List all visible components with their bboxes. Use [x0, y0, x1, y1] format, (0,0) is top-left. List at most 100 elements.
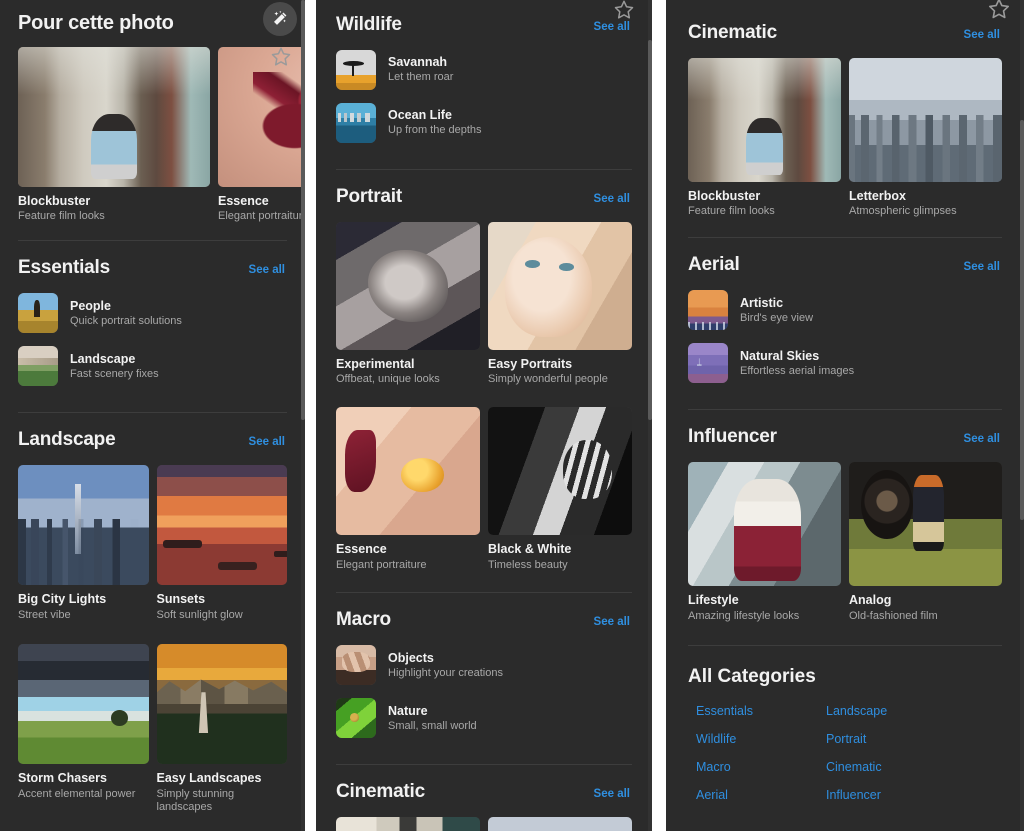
preset-desc: Elegant portraiture — [336, 558, 427, 571]
preset-desc: Fast scenery fixes — [70, 367, 159, 380]
category-link-essentials[interactable]: Essentials — [696, 704, 826, 718]
section-title: Essentials — [18, 257, 110, 279]
preset-name: Black & White — [488, 542, 572, 557]
preset-tile-grid: Blockbuster Feature film looks Letterbox… — [688, 58, 1002, 219]
section-header-aerial: Aerial See all — [688, 254, 1002, 276]
section-header-essentials: Essentials See all — [18, 257, 287, 279]
list-item[interactable]: Ocean Life Up from the depths — [336, 103, 632, 143]
preset-tile-grid: Big City Lights Street vibe Sunsets Soft… — [18, 465, 287, 622]
preset-thumbnail — [156, 465, 287, 586]
preset-tile[interactable]: Analog Old-fashioned film — [849, 462, 1002, 623]
list-item[interactable]: Artistic Bird's eye view — [688, 290, 1002, 331]
star-outline-icon[interactable] — [986, 0, 1012, 27]
preset-desc: Highlight your creations — [388, 666, 503, 679]
section-header-macro: Macro See all — [336, 609, 632, 631]
preset-tile[interactable]: Experimental Offbeat, unique looks — [336, 222, 480, 387]
list-item[interactable]: Objects Highlight your creations — [336, 645, 632, 686]
preset-thumbnail — [336, 698, 376, 739]
preset-desc: Effortless aerial images — [740, 364, 855, 377]
category-link-macro[interactable]: Macro — [696, 760, 826, 774]
preset-tile-grid: Storm Chasers Accent elemental power Eas… — [18, 644, 287, 815]
star-outline-icon[interactable] — [269, 45, 293, 74]
list-item[interactable]: Savannah Let them roar — [336, 50, 632, 90]
panel-categories-right: Cinematic See all Blockbuster Feature fi… — [666, 0, 1024, 831]
preset-name: Easy Portraits — [488, 357, 573, 371]
category-link-portrait[interactable]: Portrait — [826, 732, 1002, 746]
section-title: Influencer — [688, 426, 777, 448]
category-link-cinematic[interactable]: Cinematic — [826, 760, 1002, 774]
category-link-wildlife[interactable]: Wildlife — [696, 732, 826, 746]
divider — [688, 409, 1002, 411]
preset-tile[interactable]: Essence Elegant portraiture — [336, 407, 480, 572]
scrollbar-vertical[interactable] — [301, 0, 305, 831]
scrollbar-vertical[interactable] — [1020, 0, 1024, 831]
see-all-link[interactable]: See all — [964, 433, 1000, 445]
magic-wand-icon[interactable] — [263, 2, 297, 36]
preset-name: Letterbox — [849, 189, 906, 203]
preset-thumbnail — [336, 407, 480, 536]
preset-name: Natural Skies — [740, 348, 820, 363]
category-link-influencer[interactable]: Influencer — [826, 788, 1002, 802]
preset-tile[interactable]: Lifestyle Amazing lifestyle looks — [688, 462, 841, 623]
preset-tile[interactable] — [336, 817, 480, 831]
list-item[interactable]: Landscape Fast scenery fixes — [18, 346, 287, 387]
preset-desc: Simply stunning landscapes — [156, 787, 235, 814]
section-title: Cinematic — [688, 22, 778, 43]
preset-tile[interactable]: Sunsets Soft sunlight glow — [156, 465, 287, 622]
preset-thumbnail — [156, 644, 287, 765]
preset-tile-grid: Lifestyle Amazing lifestyle looks Analog… — [688, 462, 1002, 623]
see-all-link[interactable]: See all — [594, 193, 630, 205]
preset-thumbnail — [18, 293, 58, 334]
section-header-influencer: Influencer See all — [688, 426, 1002, 448]
section-header-portrait: Portrait See all — [336, 186, 632, 208]
preset-tile[interactable]: Easy Landscapes Simply stunning landscap… — [156, 644, 287, 815]
preset-thumbnail — [849, 462, 1002, 587]
divider — [336, 169, 632, 170]
see-all-link[interactable]: See all — [964, 261, 1000, 273]
preset-tile[interactable]: Big City Lights Street vibe — [18, 465, 149, 622]
page-title: Pour cette photo — [18, 12, 174, 34]
see-all-link[interactable]: See all — [594, 616, 630, 628]
preset-name: Big City Lights — [18, 592, 107, 607]
preset-desc: Feature film looks — [688, 205, 775, 218]
preset-thumbnail — [18, 47, 210, 187]
panel-gap — [305, 0, 316, 831]
preset-tile[interactable]: Easy Portraits Simply wonderful people — [488, 222, 632, 387]
preset-tile[interactable]: Letterbox Atmospheric glimpses — [849, 58, 1002, 219]
preset-thumbnail — [336, 50, 376, 90]
category-link-landscape[interactable]: Landscape — [826, 704, 1002, 718]
preset-tile-grid — [336, 817, 632, 831]
scrollbar-vertical[interactable] — [648, 0, 652, 831]
preset-name: Experimental — [336, 357, 415, 371]
preset-tile[interactable]: Blockbuster Feature film looks — [18, 47, 210, 224]
preset-tile[interactable] — [488, 817, 632, 831]
preset-name: Blockbuster — [18, 194, 91, 208]
section-header-wildlife: Wildlife See all — [336, 14, 632, 36]
preset-desc: Old-fashioned film — [849, 609, 938, 622]
preset-name: Sunsets — [156, 592, 206, 607]
list-item[interactable]: Nature Small, small world — [336, 698, 632, 739]
see-all-link[interactable]: See all — [964, 29, 1000, 41]
see-all-link[interactable]: See all — [249, 436, 285, 448]
list-item[interactable]: People Quick portrait solutions — [18, 293, 287, 334]
all-categories-title: All Categories — [688, 666, 816, 688]
see-all-link[interactable]: See all — [594, 788, 630, 800]
see-all-link[interactable]: See all — [249, 264, 285, 276]
category-link-aerial[interactable]: Aerial — [696, 788, 826, 802]
preset-desc: Accent elemental power — [18, 787, 136, 800]
section-title: Macro — [336, 609, 391, 631]
preset-name: Lifestyle — [688, 593, 739, 608]
preset-thumbnail — [688, 462, 841, 587]
preset-desc: Atmospheric glimpses — [849, 205, 957, 218]
star-outline-icon[interactable] — [612, 0, 636, 27]
preset-thumbnail — [336, 103, 376, 143]
preset-tile-grid: Experimental Offbeat, unique looks Easy … — [336, 222, 632, 387]
preset-name: Essence — [336, 542, 387, 557]
preset-desc: Street vibe — [18, 608, 71, 621]
section-title: Cinematic — [336, 781, 426, 803]
preset-name: Savannah — [388, 55, 448, 70]
preset-tile[interactable]: Storm Chasers Accent elemental power — [18, 644, 149, 815]
list-item[interactable]: Natural Skies Effortless aerial images — [688, 343, 1002, 384]
preset-tile[interactable]: Blockbuster Feature film looks — [688, 58, 841, 219]
preset-tile[interactable]: Black & White Timeless beauty — [488, 407, 632, 572]
